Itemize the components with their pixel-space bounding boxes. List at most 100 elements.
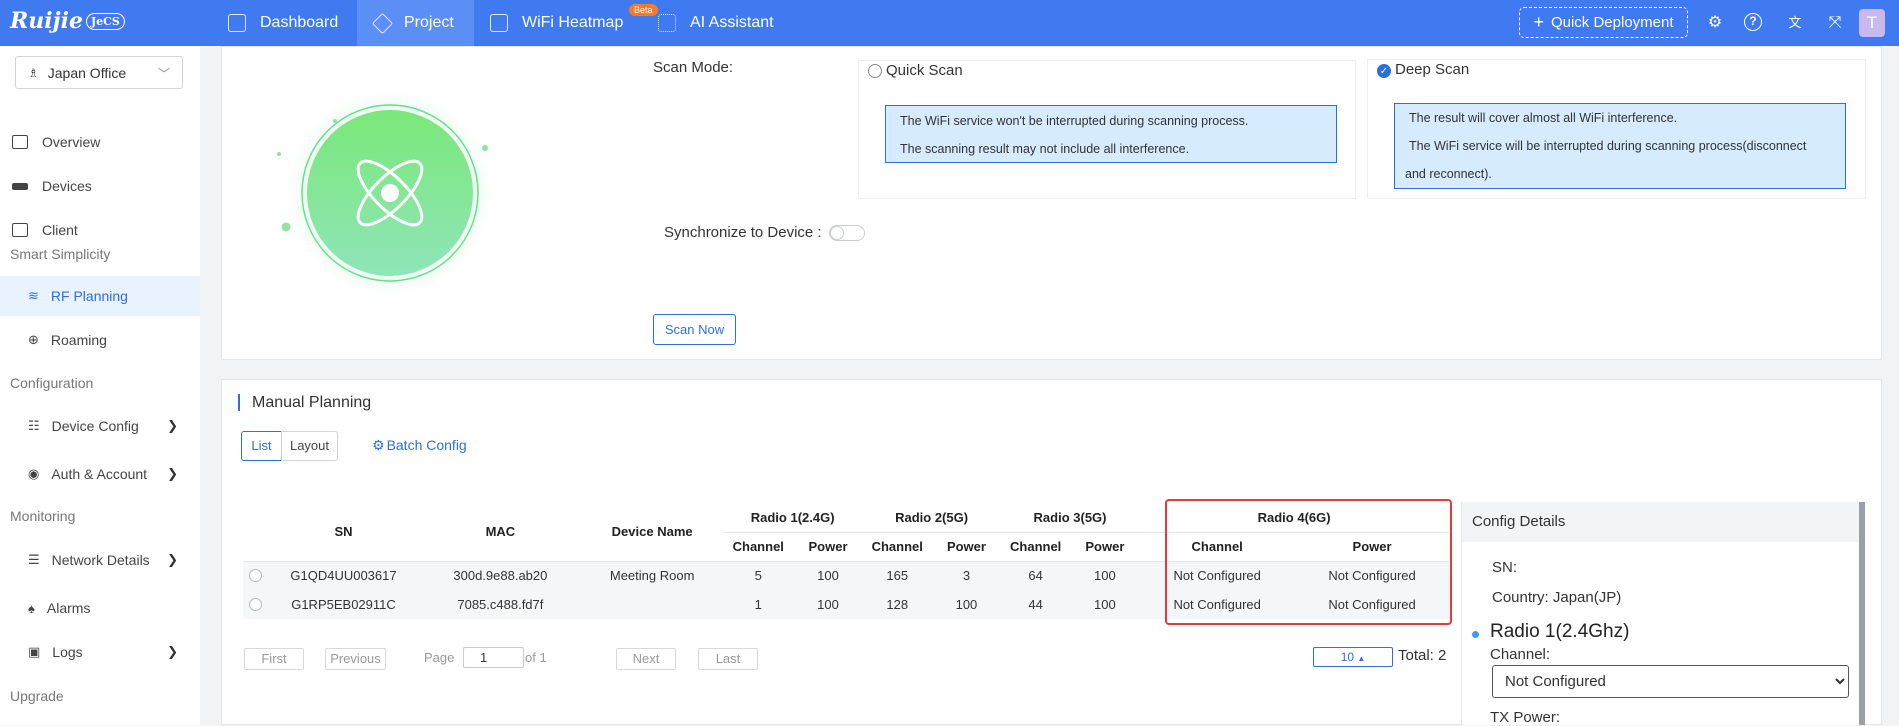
sidebar-item-roaming[interactable]: ⊕ Roaming [0, 320, 200, 360]
cell-radio2-channel: 165 [862, 561, 933, 590]
cell-device-name: Meeting Room [581, 561, 723, 590]
column-header-mac: MAC [419, 503, 582, 562]
pagination-next-button[interactable]: Next [616, 648, 676, 670]
pagination-total: Total: 2 [1398, 647, 1447, 664]
sidebar-item-auth-account[interactable]: ◉ Auth & Account ❯ [0, 454, 200, 494]
network-details-icon: ☰ [28, 552, 40, 567]
quick-scan-option[interactable]: Quick Scan The WiFi service won't be int… [858, 60, 1356, 199]
sidebar-item-network-details[interactable]: ☰ Network Details ❯ [0, 540, 200, 580]
settings-gear-icon[interactable]: ⚙ [1705, 13, 1725, 33]
ruijie-logo[interactable]: Ruijie JeCS [10, 8, 125, 34]
sidebar-item-label: Overview [42, 134, 101, 150]
quick-scan-info-line: The WiFi service won't be interrupted du… [900, 114, 1249, 128]
pagination-last-button[interactable]: Last [698, 648, 758, 670]
cell-sn: G1QD4UU003617 [267, 561, 420, 590]
sidebar-group-upgrade: Upgrade [10, 688, 64, 704]
row-radio[interactable] [248, 569, 262, 583]
logs-icon: ▣ [28, 644, 41, 659]
pagination-first-button[interactable]: First [244, 648, 304, 670]
wifi-icon: ≋ [28, 288, 39, 303]
nav-wifi-heatmap-label: WiFi Heatmap [522, 14, 624, 31]
globe-icon: ⊕ [28, 332, 39, 347]
cell-sn: G1RP5EB02911C [267, 590, 420, 619]
nav-wifi-heatmap[interactable]: WiFi Heatmap [474, 0, 644, 46]
chevron-right-icon: ❯ [167, 644, 178, 659]
tab-list[interactable]: List [241, 431, 282, 461]
pagination-page-input[interactable] [463, 647, 524, 668]
plus-icon: + [1533, 12, 1544, 32]
deep-scan-info-line: The result will cover almost all WiFi in… [1409, 111, 1678, 125]
nav-dashboard-label: Dashboard [260, 14, 339, 31]
sidebar-item-logs[interactable]: ▣ Logs ❯ [0, 632, 200, 672]
help-icon[interactable]: ? [1744, 13, 1762, 31]
sidebar-item-rf-planning[interactable]: ≋ RF Planning [0, 276, 200, 316]
config-scrollbar[interactable] [1859, 502, 1865, 725]
language-icon[interactable]: 文 [1785, 13, 1805, 33]
config-details-title: Config Details [1462, 502, 1862, 542]
fullscreen-icon[interactable]: ⤧ [1825, 13, 1845, 33]
sync-to-device-toggle[interactable] [829, 225, 865, 241]
user-avatar[interactable]: T [1859, 9, 1885, 37]
cube-icon [371, 12, 394, 34]
sidebar-item-client[interactable]: Client [0, 210, 200, 250]
tab-layout[interactable]: Layout [281, 431, 338, 461]
sidebar-item-label: Alarms [46, 600, 91, 616]
sidebar: ♗ Japan Office ﹀ Overview Devices Client… [0, 46, 200, 725]
sidebar-item-label: Roaming [50, 332, 107, 348]
sidebar-item-alarms[interactable]: ♠ Alarms [0, 588, 200, 628]
sidebar-item-label: Logs [52, 644, 83, 660]
config-sn-label: SN: [1492, 559, 1518, 576]
bullet-dot-icon [1472, 631, 1479, 638]
sidebar-item-devices[interactable]: Devices [0, 166, 200, 206]
nav-dashboard[interactable]: Dashboard [210, 0, 357, 46]
column-header-radio2: Radio 2(5G) [862, 503, 1001, 533]
sidebar-item-label: Devices [42, 178, 92, 194]
row-select-cell[interactable] [243, 561, 268, 590]
row-radio[interactable] [248, 598, 262, 611]
page-size-select[interactable]: 10 ▲ [1313, 647, 1393, 667]
chevron-right-icon: ❯ [167, 418, 178, 433]
config-channel-select[interactable]: Not Configured [1492, 665, 1849, 698]
deep-scan-radio[interactable]: ✓ [1377, 64, 1391, 78]
sidebar-item-label: Client [42, 222, 78, 238]
column-header-device-name: Device Name [581, 503, 723, 562]
device-config-icon: ☷ [28, 418, 40, 433]
sidebar-item-overview[interactable]: Overview [0, 122, 200, 162]
batch-config-button[interactable]: ⚙ Batch Config [372, 437, 467, 454]
grid-icon [658, 14, 676, 32]
quick-scan-radio[interactable] [868, 64, 882, 78]
nav-ai-assistant[interactable]: AI Assistant [644, 0, 814, 46]
deep-scan-option[interactable]: ✓ Deep Scan The result will cover almost… [1367, 59, 1866, 199]
quick-scan-label: Quick Scan [886, 62, 963, 79]
caret-up-icon: ▲ [1357, 654, 1366, 663]
page-size-value: 10 [1340, 650, 1355, 664]
section-accent-bar [238, 394, 240, 411]
config-details-panel: Config Details SN: Country: Japan(JP) Ra… [1461, 502, 1865, 726]
quick-scan-info-line: The scanning result may not include all … [900, 142, 1190, 156]
subheader-power: Power [793, 532, 863, 562]
brand-name: Ruijie [10, 8, 83, 34]
nav-project[interactable]: Project [357, 0, 474, 46]
pagination-previous-button[interactable]: Previous [325, 648, 386, 670]
subheader-channel: Channel [1000, 532, 1071, 562]
quick-deployment-button[interactable]: + Quick Deployment [1519, 7, 1688, 38]
nav-project-label: Project [404, 14, 454, 31]
top-navigation-bar: Ruijie JeCS Dashboard Project WiFi Heatma… [0, 0, 1899, 46]
site-selector[interactable]: ♗ Japan Office ﹀ [15, 56, 183, 89]
scan-now-button[interactable]: Scan Now [653, 314, 736, 345]
sync-to-device-label: Synchronize to Device : [664, 224, 822, 241]
column-header-radio3: Radio 3(5G) [1000, 503, 1140, 533]
row-select-cell[interactable] [243, 590, 268, 619]
gear-icon: ⚙ [372, 437, 385, 453]
sidebar-group-smart-simplicity: Smart Simplicity [10, 246, 111, 262]
column-header-sn: SN [267, 503, 420, 562]
sidebar-item-device-config[interactable]: ☷ Device Config ❯ [0, 406, 200, 446]
scan-mode-label: Scan Mode: [653, 59, 734, 76]
home-icon [228, 14, 246, 32]
batch-config-label: Batch Config [386, 437, 467, 453]
cell-radio3-channel: 44 [1000, 590, 1071, 619]
config-tx-power-label: TX Power: [1490, 709, 1561, 726]
quick-deployment-label: Quick Deployment [1550, 14, 1674, 31]
cell-mac: 7085.c488.fd7f [419, 590, 582, 619]
nav-ai-assistant-label: AI Assistant [690, 14, 774, 31]
